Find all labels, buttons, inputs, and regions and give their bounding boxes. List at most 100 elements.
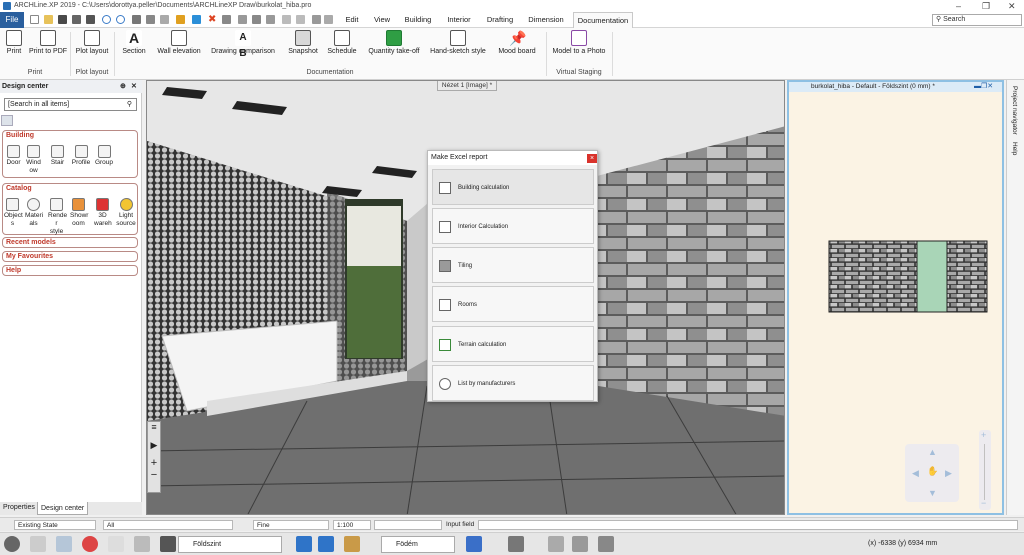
- model-to-photo-button[interactable]: Model to a Photo: [549, 30, 609, 68]
- group-item[interactable]: Group: [94, 145, 114, 167]
- hand-icon[interactable]: ✋: [927, 466, 938, 477]
- snapshot-button[interactable]: Snapshot: [284, 30, 322, 68]
- zoom-in-icon[interactable]: +: [148, 457, 160, 469]
- quantity-take-off-button[interactable]: Quantity take-off: [364, 30, 424, 68]
- cursor-select-icon[interactable]: [134, 536, 150, 552]
- profile-item[interactable]: Profile: [70, 145, 92, 167]
- frame-icon[interactable]: [56, 536, 72, 552]
- zoom-out-icon[interactable]: −: [148, 469, 160, 481]
- materials-item[interactable]: Materi als: [25, 198, 43, 228]
- scale-dropdown[interactable]: 1:100: [333, 520, 371, 530]
- pan-up-icon[interactable]: ▲: [928, 447, 937, 457]
- ruler-icon[interactable]: [572, 536, 588, 552]
- print-button[interactable]: Print: [2, 30, 26, 68]
- redo-icon[interactable]: [116, 15, 125, 24]
- fill-icon[interactable]: [466, 536, 482, 552]
- measure-icon[interactable]: [324, 15, 333, 24]
- zoom-in-icon[interactable]: +: [981, 430, 986, 440]
- tab-design-center[interactable]: Design center: [37, 502, 89, 515]
- drawing-comparison-button[interactable]: A B Drawing comparison: [209, 30, 277, 68]
- rooms-button[interactable]: Rooms: [432, 286, 594, 322]
- play-icon[interactable]: ▶: [148, 440, 160, 451]
- open-folder-icon[interactable]: [44, 15, 53, 24]
- hand-sketch-style-button[interactable]: Hand-sketch style: [428, 30, 488, 68]
- objects-item[interactable]: Object s: [4, 198, 23, 228]
- my-favourites-section[interactable]: My Favourites: [2, 251, 138, 262]
- maximize-button[interactable]: ❐: [982, 0, 990, 12]
- line-weight-dropdown[interactable]: Fine: [253, 520, 329, 530]
- save-as-icon[interactable]: [72, 15, 81, 24]
- undo-icon[interactable]: [102, 15, 111, 24]
- window-item[interactable]: Wind ow: [25, 145, 42, 175]
- print-quick-icon[interactable]: [86, 15, 95, 24]
- pan-navigator[interactable]: ▲ ◀ ▶ ▼ ✋: [905, 444, 959, 502]
- section-button[interactable]: A Section: [120, 30, 148, 68]
- render-style-item[interactable]: Rende r style: [48, 198, 67, 236]
- close-button[interactable]: ✕: [1008, 0, 1016, 12]
- interior-calculation-button[interactable]: Interior Calculation: [432, 208, 594, 244]
- polyline-icon[interactable]: [598, 536, 614, 552]
- home-icon[interactable]: [1, 115, 13, 126]
- search-input[interactable]: ⚲ Search: [932, 14, 1022, 26]
- tab-view[interactable]: View: [370, 12, 394, 28]
- paste-icon[interactable]: [160, 15, 169, 24]
- hammer-icon[interactable]: [344, 536, 360, 552]
- angle-icon[interactable]: [108, 536, 124, 552]
- tab-dimension[interactable]: Dimension: [525, 12, 567, 28]
- dialog-close-button[interactable]: ×: [587, 154, 597, 163]
- select-icon[interactable]: [222, 15, 231, 24]
- magnet-icon[interactable]: [82, 536, 98, 552]
- 3d-warehouse-item[interactable]: 3D wareh: [94, 198, 112, 228]
- showroom-item[interactable]: Showr oom: [70, 198, 88, 228]
- catalog-section-title[interactable]: Catalog: [3, 184, 137, 194]
- list-by-manufacturers-button[interactable]: List by manufacturers: [432, 365, 594, 401]
- light-source-item[interactable]: Light source: [115, 198, 137, 228]
- plot-layout-button[interactable]: Plot layout: [74, 30, 110, 68]
- save-icon[interactable]: [58, 15, 67, 24]
- brush-icon[interactable]: [176, 15, 185, 24]
- floor-dropdown[interactable]: Földszint: [178, 536, 282, 553]
- zoom-slider[interactable]: + −: [979, 430, 991, 510]
- print-to-pdf-button[interactable]: Print to PDF: [28, 30, 68, 68]
- dimension-icon[interactable]: [548, 536, 564, 552]
- file-menu-button[interactable]: File: [0, 12, 24, 28]
- 2d-viewport[interactable]: burkolat_hiba - Default - Földszint (0 m…: [787, 80, 1004, 515]
- filter-dropdown[interactable]: All: [103, 520, 233, 530]
- layer-dropdown[interactable]: [374, 520, 442, 530]
- tiling-button[interactable]: Tiling: [432, 247, 594, 283]
- tab-drafting[interactable]: Drafting: [483, 12, 517, 28]
- schedule-button[interactable]: Schedule: [325, 30, 359, 68]
- settings-gear-icon[interactable]: [4, 536, 20, 552]
- input-field[interactable]: [478, 520, 1018, 530]
- grid-snap-icon[interactable]: [30, 536, 46, 552]
- copy-icon[interactable]: [146, 15, 155, 24]
- help-section[interactable]: Help: [2, 265, 138, 276]
- layers-icon[interactable]: [160, 536, 176, 552]
- building-section-title[interactable]: Building: [3, 131, 137, 141]
- help-tab[interactable]: Help: [1011, 142, 1018, 155]
- pan-down-icon[interactable]: ▼: [928, 488, 937, 498]
- pan-left-icon[interactable]: ◀: [912, 468, 919, 479]
- design-center-search[interactable]: [Search in all items] ⚲: [4, 98, 137, 111]
- stair-item[interactable]: Stair: [49, 145, 66, 167]
- grid-icon[interactable]: [238, 15, 247, 24]
- level-dropdown[interactable]: Födém: [381, 536, 455, 553]
- menu-icon[interactable]: ≡: [148, 422, 160, 432]
- new-file-icon[interactable]: [30, 15, 39, 24]
- tab-properties[interactable]: Properties: [3, 504, 35, 511]
- wall-elevation-button[interactable]: Wall elevation: [154, 30, 204, 68]
- magic-wand-icon[interactable]: [312, 15, 321, 24]
- door-item[interactable]: Door: [5, 145, 22, 167]
- eyedropper-icon[interactable]: [192, 15, 201, 24]
- plus-icon[interactable]: [282, 15, 291, 24]
- state-dropdown[interactable]: Existing State: [14, 520, 96, 530]
- close-panel-icon[interactable]: ✕: [131, 80, 137, 93]
- level-down-icon[interactable]: [318, 536, 334, 552]
- add-icon[interactable]: [296, 15, 305, 24]
- pin-panel-icon[interactable]: ⊕: [120, 80, 126, 93]
- pan-right-icon[interactable]: ▶: [945, 468, 952, 479]
- recent-models-section[interactable]: Recent models: [2, 237, 138, 248]
- delete-icon[interactable]: ✖: [208, 15, 217, 25]
- tab-documentation[interactable]: Documentation: [573, 12, 633, 28]
- move-icon[interactable]: [266, 15, 275, 24]
